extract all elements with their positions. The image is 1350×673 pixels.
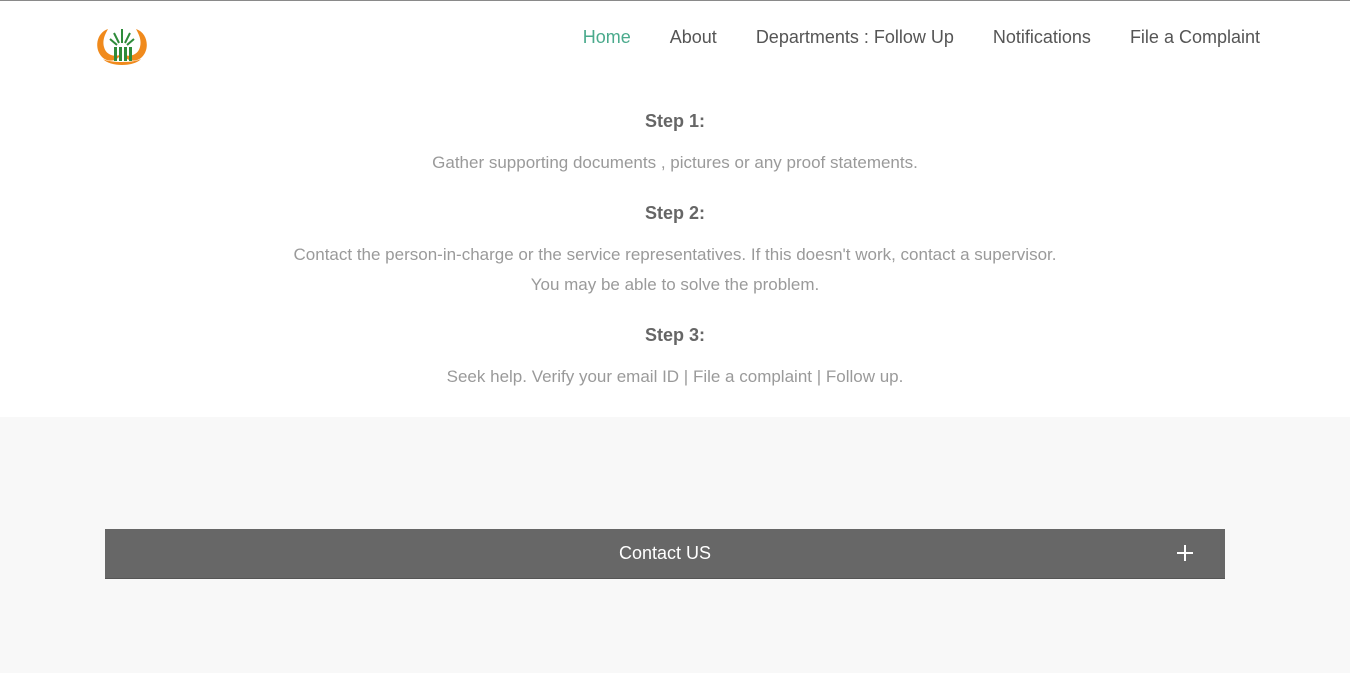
contact-us-accordion[interactable]: Contact US <box>105 529 1225 579</box>
step-2-text-line-2: You may be able to solve the problem. <box>530 275 820 294</box>
nav-file-complaint[interactable]: File a Complaint <box>1130 26 1260 48</box>
contact-us-label: Contact US <box>618 543 712 563</box>
nav-about[interactable]: About <box>670 26 717 48</box>
footer-area: Contact US <box>0 417 1350 673</box>
step-3-text: Seek help. Verify your email ID | File a… <box>446 367 904 386</box>
step-1-text: Gather supporting documents , pictures o… <box>432 153 918 172</box>
site-header: Home About Departments : Follow Up Notif… <box>0 1 1350 81</box>
step-2-title: Step 2: <box>644 203 705 223</box>
main-nav: Home About Departments : Follow Up Notif… <box>544 26 1260 48</box>
plus-icon[interactable] <box>1177 545 1193 561</box>
nav-departments-follow-up[interactable]: Departments : Follow Up <box>756 26 954 48</box>
complaint-steps: Step 1: Gather supporting documents , pi… <box>0 81 1350 417</box>
nav-notifications[interactable]: Notifications <box>993 26 1091 48</box>
step-3-title: Step 3: <box>644 325 705 345</box>
emblem-logo-icon[interactable] <box>94 23 150 67</box>
step-2-text-line-1: Contact the person-in-charge or the serv… <box>293 245 1057 264</box>
step-1-title: Step 1: <box>644 111 705 131</box>
nav-home[interactable]: Home <box>583 26 631 48</box>
